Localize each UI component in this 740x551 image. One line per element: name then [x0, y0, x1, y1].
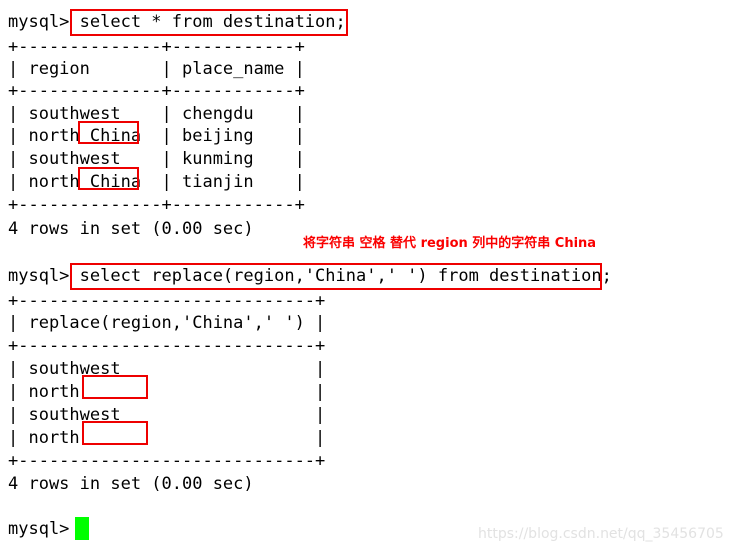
annotation-note: 将字符串 空格 替代 region 列中的字符串 China — [303, 236, 597, 251]
table-1-row: | southwest | kunming | — [8, 149, 305, 169]
table-2-header-row: | replace(region,'China',' ') | — [8, 313, 326, 333]
watermark-text: https://blog.csdn.net/qq_35456705 — [478, 526, 724, 542]
table-2-row: | north | — [8, 428, 326, 448]
table-2-summary: 4 rows in set (0.00 sec) — [8, 474, 254, 494]
table-2-row: | southwest | — [8, 359, 326, 379]
table-1-separator-mid: +--------------+------------+ — [8, 81, 305, 101]
table-1-header-row: | region | place_name | — [8, 59, 305, 79]
table-1-separator-top: +--------------+------------+ — [8, 37, 305, 57]
highlight-box-china-1 — [78, 121, 139, 144]
table-1-row: | southwest | chengdu | — [8, 104, 305, 124]
table-1-row: | north China | tianjin | — [8, 172, 305, 192]
highlight-box-blank-1 — [82, 375, 148, 399]
terminal-cursor — [75, 517, 89, 540]
table-2-separator-mid: +-----------------------------+ — [8, 336, 326, 356]
table-1-row: | north China | beijing | — [8, 126, 305, 146]
highlight-box-query-1 — [70, 9, 348, 36]
table-2-separator-bottom: +-----------------------------+ — [8, 451, 326, 471]
highlight-box-blank-2 — [82, 421, 148, 445]
table-1-separator-bottom: +--------------+------------+ — [8, 195, 305, 215]
highlight-box-china-2 — [78, 167, 139, 190]
table-1-summary: 4 rows in set (0.00 sec) — [8, 219, 254, 239]
table-2-row: | north | — [8, 382, 326, 402]
highlight-box-query-2 — [70, 263, 602, 290]
mysql-terminal[interactable]: mysql> select * from destination; +-----… — [0, 0, 740, 551]
table-2-row: | southwest | — [8, 405, 326, 425]
table-2-separator-top: +-----------------------------+ — [8, 291, 326, 311]
terminal-prompt-active: mysql> — [8, 519, 70, 539]
